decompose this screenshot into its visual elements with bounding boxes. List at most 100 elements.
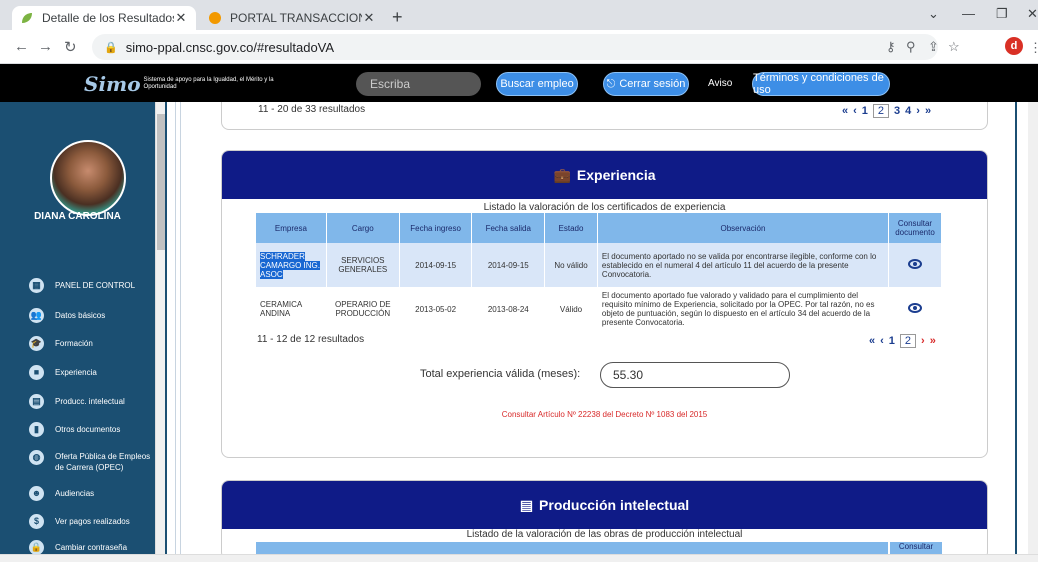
experiencia-results-count: 11 - 12 de 12 resultados bbox=[257, 334, 365, 345]
sidebar-item-label: Oferta Pública de Empleos de Carrera (OP… bbox=[55, 452, 151, 472]
page-vertical-scrollbar[interactable] bbox=[1028, 102, 1038, 554]
profile-avatar[interactable]: d bbox=[1005, 37, 1023, 55]
cell-estado: No válido bbox=[545, 243, 597, 287]
last-page-icon[interactable]: » bbox=[930, 335, 936, 347]
url-text: simo-ppal.cnsc.gov.co/#resultadoVA bbox=[125, 39, 335, 55]
reload-icon[interactable]: ↻ bbox=[64, 38, 77, 56]
prev-page-icon[interactable]: ‹ bbox=[880, 335, 884, 347]
sidebar-scroll-thumb[interactable] bbox=[157, 114, 165, 250]
sidebar-scrollbar[interactable] bbox=[155, 102, 165, 554]
sidebar-item-label: Otros documentos bbox=[55, 424, 121, 434]
selected-text: SCHRADER CAMARGO ING. ASOC bbox=[260, 251, 321, 279]
sidebar-item-label: Producc. intelectual bbox=[55, 396, 125, 406]
minimize-icon[interactable]: — bbox=[962, 6, 975, 21]
zoom-icon[interactable]: ⚲ bbox=[906, 39, 916, 55]
user-name: DIANA CAROLINA bbox=[34, 211, 121, 222]
sidebar-item-audiencias[interactable]: ☻ Audiencias bbox=[0, 480, 155, 506]
table-row[interactable]: CERAMICA ANDINA OPERARIO DE PRODUCCIÓN 2… bbox=[256, 287, 941, 331]
total-experiencia-field: 55.30 bbox=[600, 362, 790, 388]
site-header: Simo Sistema de apoyo para la Igualdad, … bbox=[0, 64, 1038, 102]
sidebar-item-formacion[interactable]: 🎓 Formación bbox=[0, 330, 155, 356]
content-border bbox=[1015, 102, 1017, 554]
last-page-icon[interactable]: » bbox=[925, 105, 931, 117]
first-page-icon[interactable]: « bbox=[842, 105, 848, 117]
forward-arrow-icon[interactable]: → bbox=[38, 38, 53, 55]
page-current[interactable]: 2 bbox=[872, 104, 890, 118]
sidebar-item-panel[interactable]: ▦ PANEL DE CONTROL bbox=[0, 272, 155, 298]
sidebar-item-otros[interactable]: ▮ Otros documentos bbox=[0, 416, 155, 442]
lock-icon: 🔒 bbox=[29, 539, 44, 555]
share-icon[interactable]: ⇪ bbox=[928, 39, 939, 55]
cell-ingreso: 2013-05-02 bbox=[415, 304, 457, 314]
search-input[interactable]: Escriba bbox=[356, 72, 481, 96]
col-cargo: Cargo bbox=[326, 213, 399, 243]
previous-results-count: 11 - 20 de 33 resultados bbox=[258, 104, 366, 115]
sidebar-item-label: Audiencias bbox=[55, 488, 95, 498]
simo-logo[interactable]: Simo Sistema de apoyo para la Igualdad, … bbox=[84, 72, 294, 96]
prev-page-icon[interactable]: ‹ bbox=[853, 105, 857, 117]
page-1[interactable]: 1 bbox=[889, 335, 895, 347]
experiencia-pagination: « ‹ 1 2 › » bbox=[869, 334, 936, 348]
page-current[interactable]: 2 bbox=[899, 334, 917, 348]
tab-close-icon[interactable]: ✕ bbox=[362, 10, 376, 26]
page-horizontal-scrollbar[interactable] bbox=[0, 554, 1038, 562]
next-page-icon[interactable]: › bbox=[916, 105, 920, 117]
col-estado: Estado bbox=[545, 213, 597, 243]
table-row[interactable]: SCHRADER CAMARGO ING. ASOC SERVICIOS GEN… bbox=[256, 243, 941, 287]
sidebar-item-datos[interactable]: 👥 Datos básicos bbox=[0, 302, 155, 328]
produccion-caption: Listado de la valoración de las obras de… bbox=[466, 529, 743, 540]
dollar-icon: $ bbox=[29, 513, 44, 529]
tab-close-icon[interactable]: ✕ bbox=[174, 10, 188, 26]
new-tab-icon[interactable]: + bbox=[392, 7, 403, 28]
gutter-bar bbox=[175, 102, 181, 554]
sidebar-item-produccion[interactable]: ▤ Producc. intelectual bbox=[0, 388, 155, 414]
cell-observacion: El documento aportado no se valida por e… bbox=[597, 243, 888, 287]
sidebar-item-label: Cambiar contraseña bbox=[55, 542, 128, 552]
cell-cargo: OPERARIO DE PRODUCCIÓN bbox=[335, 300, 391, 318]
tab-strip: Detalle de los Resultados de la p ✕ PORT… bbox=[0, 0, 1038, 30]
experiencia-title: Experiencia bbox=[576, 167, 656, 183]
tab-detalle-resultados[interactable]: Detalle de los Resultados de la p ✕ bbox=[12, 6, 196, 30]
next-page-icon[interactable]: › bbox=[921, 335, 925, 347]
url-field[interactable]: 🔒 simo-ppal.cnsc.gov.co/#resultadoVA bbox=[92, 34, 938, 60]
cell-consultar bbox=[889, 287, 941, 331]
logout-icon: ⎋ bbox=[606, 77, 616, 90]
circle-favicon-icon bbox=[209, 12, 221, 24]
tab-title: PORTAL TRANSACCIONAL POSIT bbox=[230, 11, 362, 25]
cell-estado: Válido bbox=[559, 304, 583, 314]
tab-search-chevron-icon[interactable]: ⌄ bbox=[928, 6, 939, 22]
view-document-eye-icon[interactable] bbox=[907, 303, 922, 313]
file-icon: ▮ bbox=[29, 421, 44, 437]
back-arrow-icon[interactable]: ← bbox=[14, 38, 29, 55]
page-4[interactable]: 4 bbox=[905, 105, 911, 117]
sidebar-item-experiencia[interactable]: ■ Experiencia bbox=[0, 359, 155, 385]
first-page-icon[interactable]: « bbox=[869, 335, 875, 347]
restore-icon[interactable]: ❐ bbox=[996, 6, 1008, 22]
decreto-link[interactable]: Consultar Artículo Nº 22238 del Decreto … bbox=[221, 410, 988, 419]
group-icon: ☻ bbox=[29, 485, 44, 501]
graduation-icon: 🎓 bbox=[29, 335, 44, 351]
sidebar-item-opec[interactable]: ◍ Oferta Pública de Empleos de Carrera (O… bbox=[0, 446, 155, 480]
view-document-eye-icon[interactable] bbox=[907, 259, 922, 269]
key-icon[interactable]: ⚷ bbox=[886, 39, 896, 55]
col-fecha-salida: Fecha salida bbox=[472, 213, 545, 243]
cell-observacion: El documento aportado fue valorado y val… bbox=[601, 291, 875, 327]
col-fecha-ingreso: Fecha ingreso bbox=[399, 213, 472, 243]
terminos-button[interactable]: Términos y condiciones de uso bbox=[752, 72, 890, 96]
bookmark-star-icon[interactable]: ☆ bbox=[948, 39, 960, 55]
content-gutter bbox=[165, 102, 205, 554]
address-bar: ← → ↻ 🔒 simo-ppal.cnsc.gov.co/#resultado… bbox=[0, 30, 1038, 64]
buscar-empleo-button[interactable]: Buscar empleo bbox=[496, 72, 578, 96]
page-1[interactable]: 1 bbox=[862, 105, 868, 117]
close-window-icon[interactable]: ✕ bbox=[1027, 6, 1038, 22]
sidebar-item-label: Datos básicos bbox=[55, 310, 106, 320]
tab-portal-transaccional[interactable]: PORTAL TRANSACCIONAL POSIT ✕ bbox=[200, 6, 384, 30]
browser-menu-icon[interactable]: ⋮ bbox=[1029, 40, 1038, 56]
sidebar-item-pagos[interactable]: $ Ver pagos realizados bbox=[0, 508, 155, 534]
produccion-title: Producción intelectual bbox=[539, 497, 690, 513]
experiencia-caption: Listado la valoración de los certificado… bbox=[483, 202, 726, 213]
aviso-link[interactable]: Aviso bbox=[708, 78, 732, 89]
page-3[interactable]: 3 bbox=[894, 105, 900, 117]
cell-salida: 2013-08-24 bbox=[487, 304, 529, 314]
cerrar-sesion-button[interactable]: ⎋ Cerrar sesión bbox=[603, 72, 689, 96]
